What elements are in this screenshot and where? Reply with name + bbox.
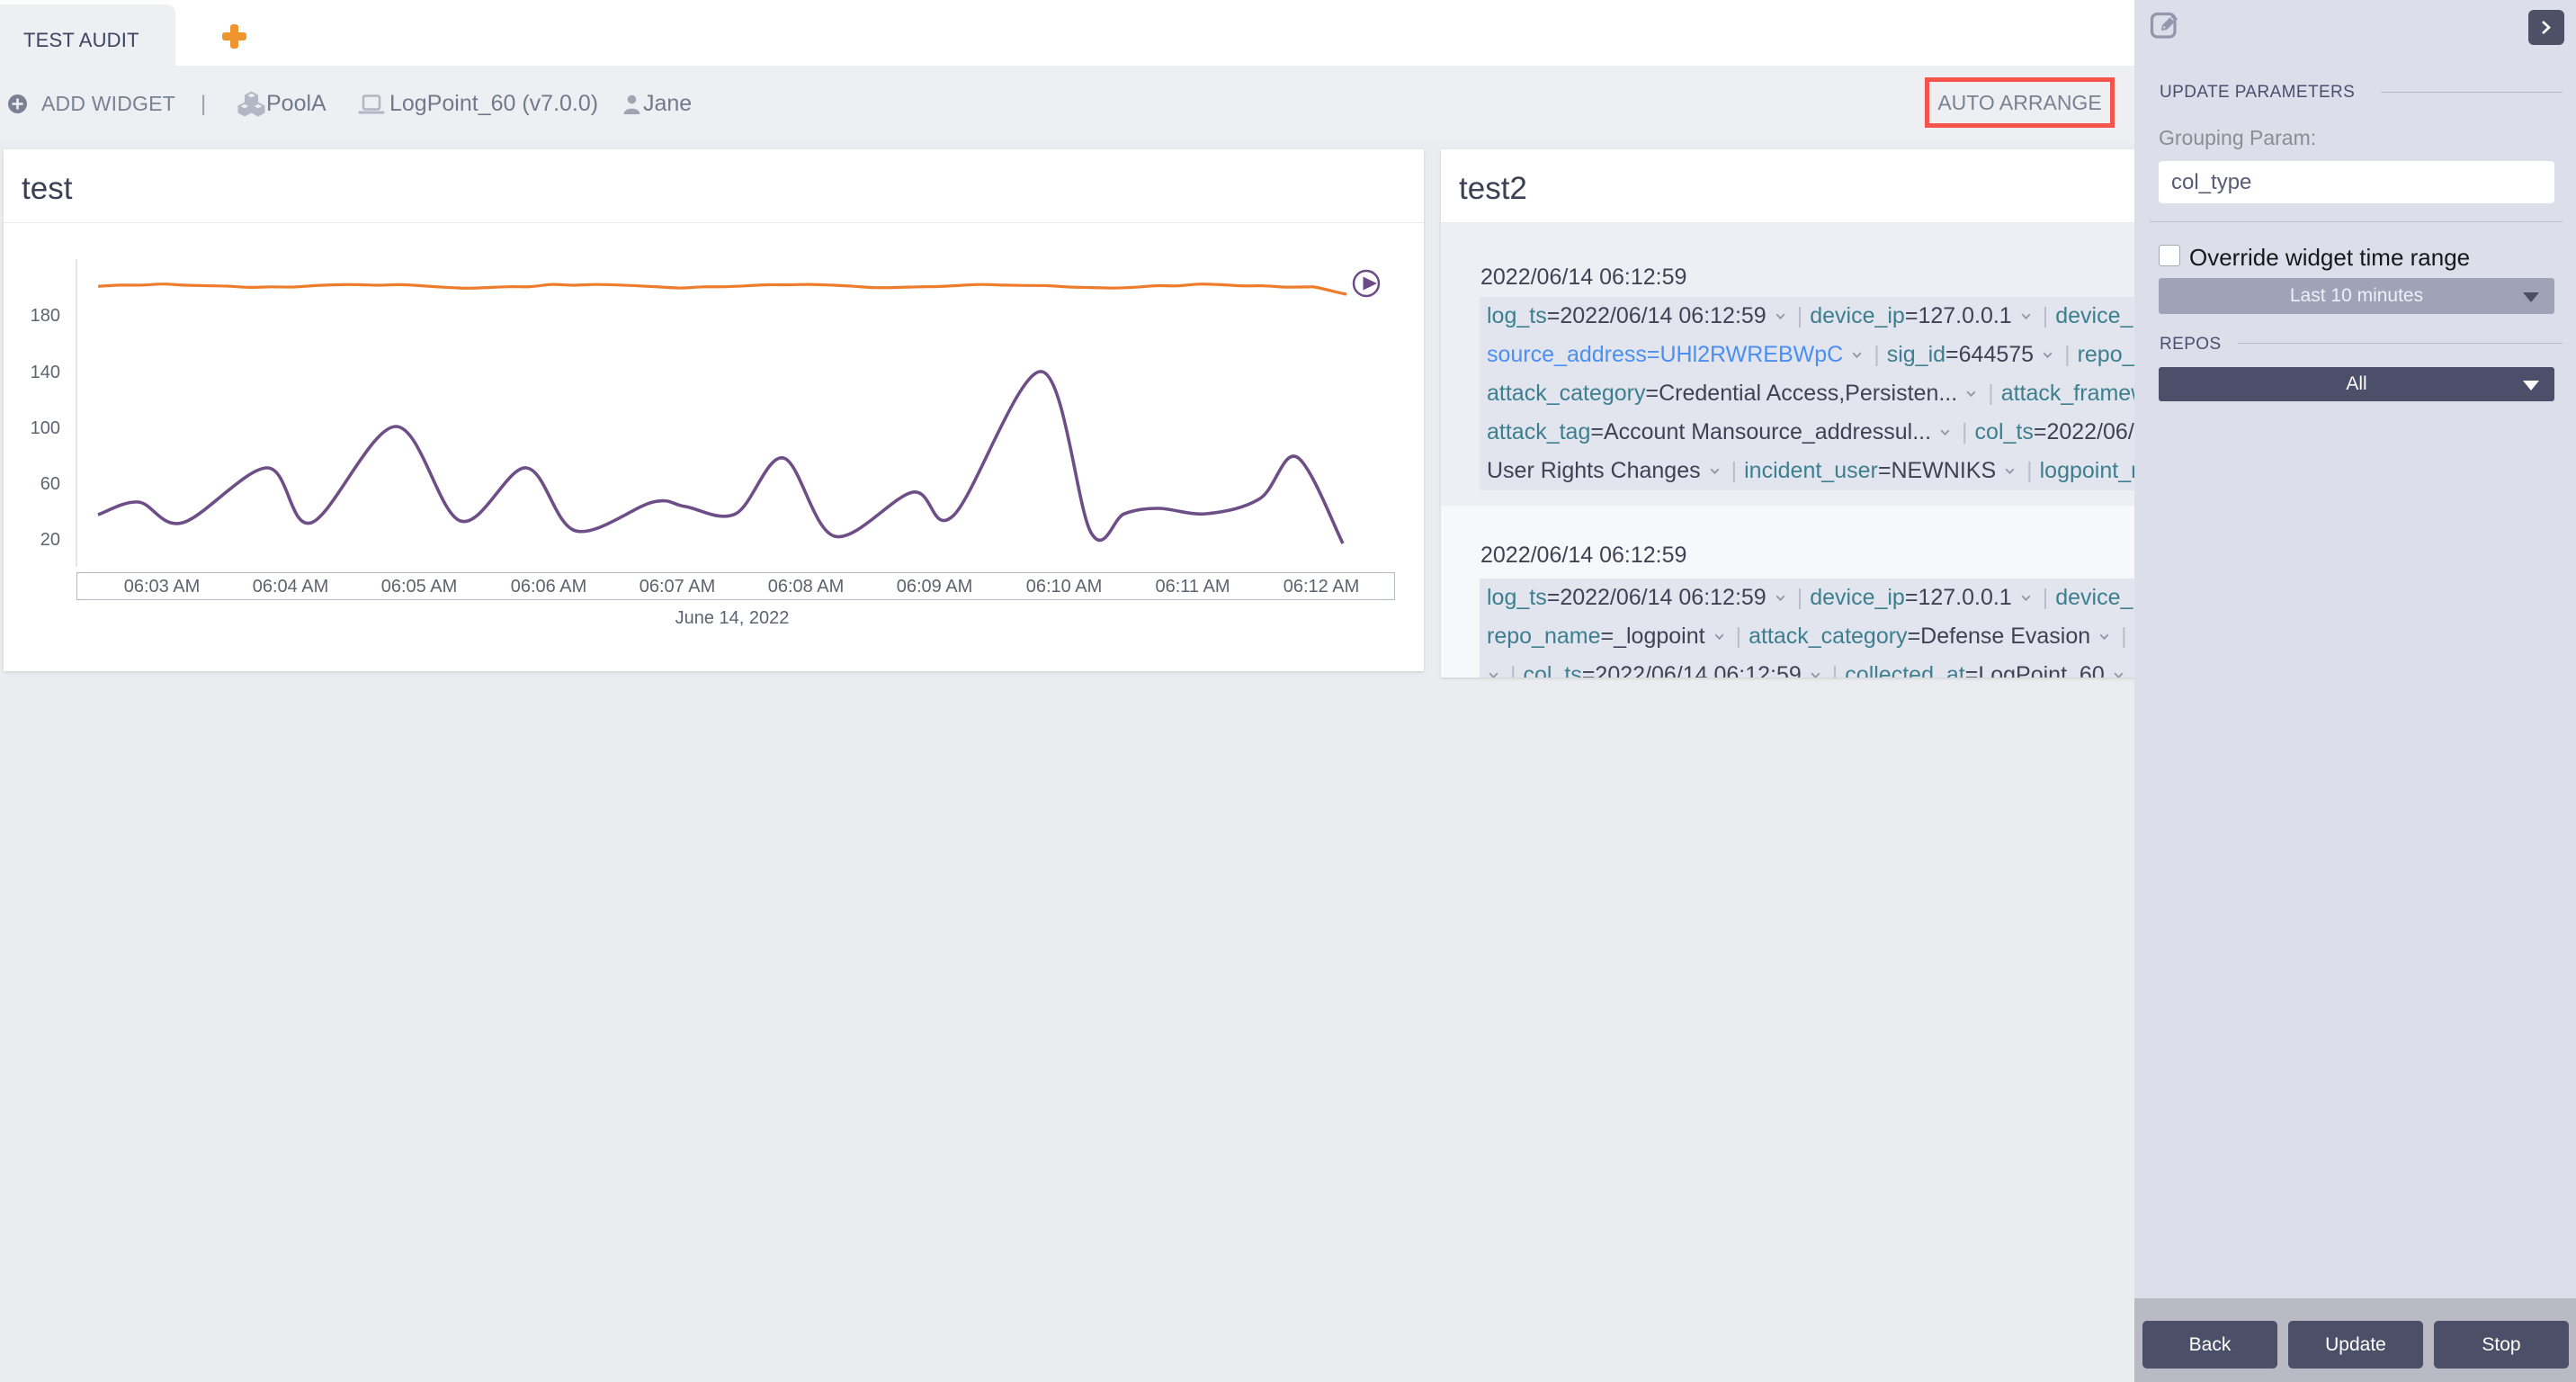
svg-text:140: 140 — [31, 363, 60, 382]
svg-text:06:06 AM: 06:06 AM — [511, 577, 587, 597]
svg-text:06:03 AM: 06:03 AM — [124, 577, 201, 597]
svg-text:06:09 AM: 06:09 AM — [897, 577, 973, 597]
svg-text:06:08 AM: 06:08 AM — [768, 577, 845, 597]
svg-text:06:10 AM: 06:10 AM — [1026, 577, 1103, 597]
svg-text:06:04 AM: 06:04 AM — [253, 577, 329, 597]
svg-text:180: 180 — [31, 306, 60, 326]
svg-text:June 14, 2022: June 14, 2022 — [675, 608, 790, 628]
svg-text:100: 100 — [31, 418, 60, 438]
svg-text:60: 60 — [40, 474, 60, 494]
svg-text:06:11 AM: 06:11 AM — [1155, 577, 1230, 597]
svg-text:20: 20 — [40, 530, 60, 550]
svg-text:06:07 AM: 06:07 AM — [640, 577, 716, 597]
svg-text:06:12 AM: 06:12 AM — [1284, 577, 1360, 597]
svg-text:06:05 AM: 06:05 AM — [381, 577, 458, 597]
